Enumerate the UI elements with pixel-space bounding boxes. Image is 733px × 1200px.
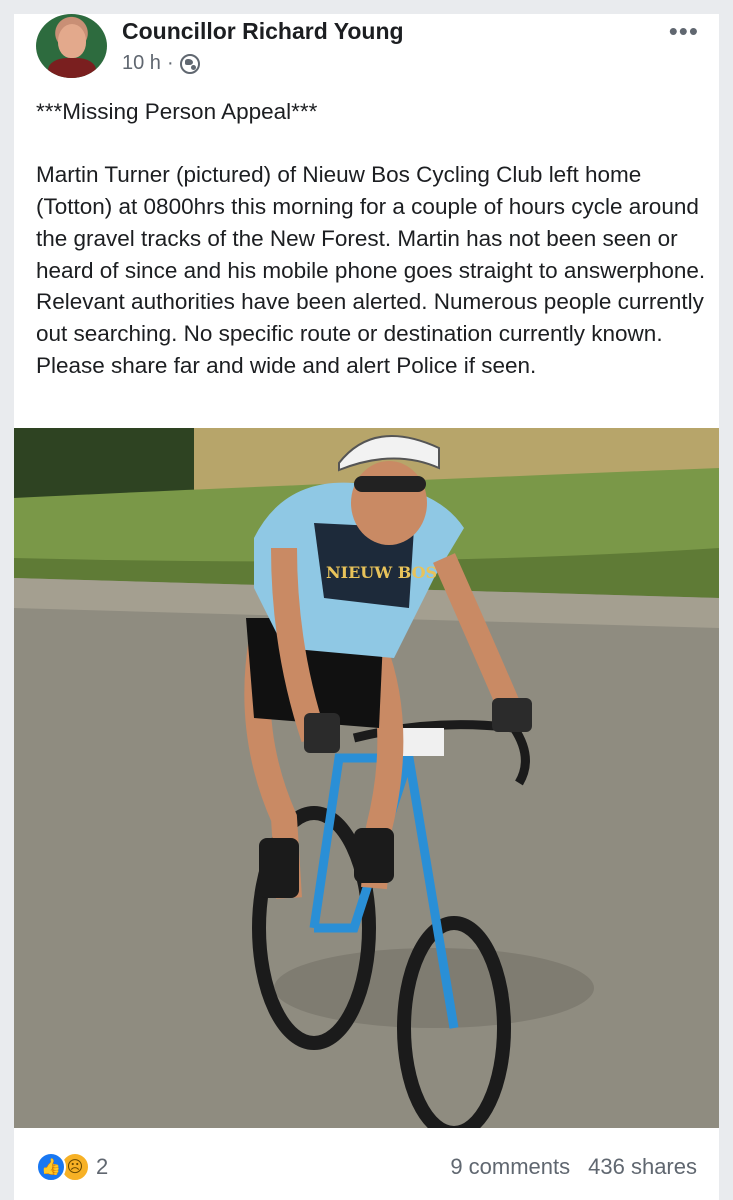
post-meta: 10 h ·	[122, 52, 200, 75]
shares-link[interactable]: 436 shares	[588, 1154, 697, 1180]
like-icon: 👍	[36, 1152, 66, 1182]
comments-link[interactable]: 9 comments	[450, 1154, 570, 1180]
shadow	[274, 948, 594, 1028]
more-options-icon[interactable]: •••	[669, 16, 699, 47]
post-photo[interactable]: NIEUW BOS	[14, 428, 719, 1128]
post-heading: ***Missing Person Appeal***	[36, 99, 318, 124]
rider-shoe-left	[259, 838, 299, 898]
post-footer: 👍 ☹ 2 9 comments 436 shares	[14, 1142, 719, 1200]
rider-shoe-right	[354, 828, 394, 883]
rider-sunglasses	[354, 476, 426, 492]
avatar-face	[58, 24, 86, 58]
cyclist-photo-illustration: NIEUW BOS	[14, 428, 719, 1128]
post-timestamp[interactable]: 10 h	[122, 52, 161, 75]
jersey-text: NIEUW BOS	[326, 563, 437, 582]
reactions-summary[interactable]: 👍 ☹ 2	[36, 1152, 108, 1182]
rider-head	[351, 461, 427, 545]
race-number	[399, 728, 444, 756]
rider-glove-left	[304, 713, 340, 753]
post-header: Councillor Richard Young 10 h · •••	[14, 14, 719, 94]
author-name[interactable]: Councillor Richard Young	[122, 18, 404, 45]
author-avatar[interactable]	[36, 14, 107, 78]
avatar-shirt	[48, 58, 96, 78]
post-card: Councillor Richard Young 10 h · ••• ***M…	[14, 14, 719, 1200]
post-body: Martin Turner (pictured) of Nieuw Bos Cy…	[36, 162, 706, 378]
engagement-counts: 9 comments 436 shares	[450, 1154, 697, 1180]
meta-separator: ·	[166, 52, 174, 74]
post-text: ***Missing Person Appeal*** Martin Turne…	[36, 96, 706, 381]
globe-icon[interactable]	[179, 53, 200, 74]
reaction-count: 2	[96, 1154, 109, 1179]
rider-glove-right	[492, 698, 532, 732]
